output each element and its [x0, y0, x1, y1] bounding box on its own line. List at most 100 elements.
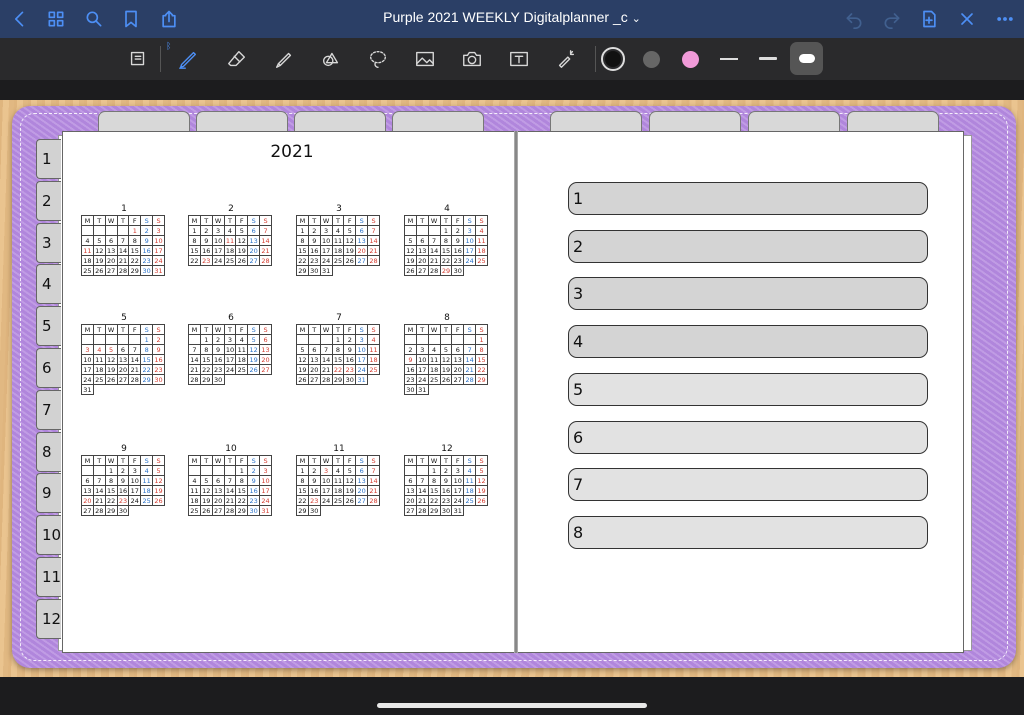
day-cell: [427, 334, 441, 345]
day-cell: 29: [439, 265, 453, 276]
document-title[interactable]: Purple 2021 WEEKLY Digitalplanner _c ⌄: [340, 9, 684, 25]
add-page-icon[interactable]: [917, 7, 941, 31]
side-tab-2[interactable]: 2: [36, 180, 61, 221]
grid-icon[interactable]: [44, 7, 68, 31]
top-tab-8[interactable]: [847, 111, 939, 133]
day-cell: 13: [355, 235, 369, 246]
note-bar-6[interactable]: 6: [568, 420, 928, 454]
day-cell: 12: [404, 245, 417, 256]
month-calendar-11[interactable]: 11 M T W T F S S 1 2 3 4 5 6 7 8 9 10 11 12 13 14 15 16 17 18 19 20…: [296, 444, 382, 516]
month-calendar-8[interactable]: 8 M T W T F S S 1 2 3 4 5 6 7 8 9 10 11 12 13 14 15 16 17 18 19 20 2…: [404, 313, 490, 395]
undo-icon[interactable]: [842, 7, 866, 31]
page-setting-icon[interactable]: [123, 44, 153, 74]
month-calendar-6[interactable]: 6 M T W T F S S 1 2 3 4 5 6 7 8 9 10 11 12 13 14 15 16 17 18 19 20 2…: [188, 313, 274, 385]
note-bar-1[interactable]: 1: [568, 182, 928, 215]
day-cell: 13: [211, 485, 225, 496]
day-cell: 1: [235, 465, 249, 476]
eraser-icon[interactable]: [222, 44, 252, 74]
share-icon[interactable]: [157, 7, 181, 31]
month-calendar-9[interactable]: 9 M T W T F S S 1 2 3 4 5 6 7 8 9 10 11 12 13 14 15 16 17 18 19 20 2…: [81, 444, 167, 516]
day-cell: 5: [199, 475, 213, 486]
day-cell: 10: [223, 344, 237, 355]
note-bar-4[interactable]: 4: [568, 325, 928, 359]
lasso-icon[interactable]: [363, 44, 393, 74]
day-cell: 30: [140, 265, 154, 276]
day-cell: 15: [439, 245, 453, 256]
note-bar-2[interactable]: 2: [568, 229, 928, 263]
side-tab-6[interactable]: 6: [36, 348, 61, 388]
search-icon[interactable]: [82, 7, 106, 31]
top-tab-4[interactable]: [392, 111, 484, 133]
weekday-header: F: [451, 215, 465, 226]
top-tab-3[interactable]: [294, 111, 386, 133]
laser-pointer-icon[interactable]: [551, 44, 581, 74]
side-tab-11[interactable]: 11: [36, 557, 61, 597]
note-bar-5[interactable]: 5: [568, 372, 928, 406]
day-cell: 28: [427, 265, 441, 276]
side-tab-3[interactable]: 3: [36, 222, 61, 263]
top-tab-2[interactable]: [196, 111, 288, 133]
camera-icon[interactable]: [457, 44, 487, 74]
image-icon[interactable]: [410, 44, 440, 74]
side-tab-4[interactable]: 4: [36, 264, 61, 305]
text-icon[interactable]: [504, 44, 534, 74]
month-calendar-5[interactable]: 5 M T W T F S S 1 2 3 4 5 6 7 8 9 10 11 12 13 14 15 16 17 18 19 20 2…: [81, 313, 167, 395]
color-dot: [605, 51, 621, 67]
color-swatch-black[interactable]: [601, 47, 625, 71]
redo-icon[interactable]: [880, 7, 904, 31]
day-cell: [463, 334, 477, 345]
month-calendar-1[interactable]: 1 M T W T F S S 1 2 3 4 5 6 7 8 9 10 11 12 13 14 15 16 17 18 19 20 2…: [81, 204, 167, 276]
side-tab-7[interactable]: 7: [36, 389, 61, 430]
more-icon[interactable]: [993, 7, 1017, 31]
top-tab-1[interactable]: [98, 111, 190, 133]
note-bar-7[interactable]: 7: [568, 468, 928, 502]
note-bar-8[interactable]: 8: [568, 515, 928, 549]
day-cell: 20: [259, 354, 272, 365]
weekday-header: T: [439, 455, 453, 466]
side-tab-5[interactable]: 5: [36, 306, 61, 347]
day-cell: 29: [475, 374, 488, 385]
day-cell: [223, 465, 237, 476]
top-tab-5[interactable]: [550, 111, 642, 133]
stroke-size-thin[interactable]: [720, 58, 738, 60]
day-cell: 20: [307, 364, 321, 375]
shapes-icon[interactable]: [316, 44, 346, 74]
side-tab-8[interactable]: 8: [36, 431, 61, 472]
month-calendar-10[interactable]: 10 M T W T F S S 1 2 3 4 5 6 7 8 9 10 11 12 13 14 15 16 17 18 19 20…: [188, 444, 274, 516]
month-calendar-12[interactable]: 12 M T W T F S S 1 2 3 4 5 6 7 8 9 10 11 12 13 14 15 16 17 18 19 20…: [404, 444, 490, 516]
month-calendar-7[interactable]: 7 M T W T F S S 1 2 3 4 5 6 7 8 9 10 11 12 13 14 15 16 17 18 19 20 2…: [296, 313, 382, 385]
bookmark-icon[interactable]: [119, 7, 143, 31]
pen-icon[interactable]: [173, 44, 203, 74]
color-swatch-gray[interactable]: [643, 51, 660, 68]
day-cell: [260, 375, 272, 385]
month-calendar-3[interactable]: 3 M T W T F S S 1 2 3 4 5 6 7 8 9 10 11 12 13 14 15 16 17 18 19 20 2…: [296, 204, 382, 276]
stroke-size-medium[interactable]: [759, 57, 777, 60]
back-icon[interactable]: [8, 7, 32, 31]
day-cell: 14: [188, 354, 201, 365]
day-cell: 13: [104, 245, 118, 256]
side-tab-9[interactable]: 9: [36, 473, 61, 514]
side-tab-12[interactable]: 12: [36, 598, 61, 639]
side-tab-10[interactable]: 10: [36, 515, 61, 556]
day-cell: 6: [81, 475, 94, 486]
day-cell: [81, 225, 94, 236]
highlighter-icon[interactable]: [269, 44, 299, 74]
month-calendar-4[interactable]: 4 M T W T F S S 1 2 3 4 5 6 7 8 9 10 11 12 13 14 15 16 17 18 19 20 2…: [404, 204, 490, 276]
day-cell: 23: [152, 364, 165, 375]
side-tab-1[interactable]: 1: [36, 139, 61, 179]
day-cell: [81, 465, 94, 476]
top-tab-6[interactable]: [649, 111, 741, 133]
month-calendar-2[interactable]: 2 M T W T F S S 1 2 3 4 5 6 7 8 9 10 11 12 13 14 15 16 17 18 19 20 2…: [188, 204, 274, 266]
home-indicator[interactable]: [377, 703, 647, 708]
close-icon[interactable]: [955, 7, 979, 31]
weekday-header: S: [259, 455, 272, 466]
day-cell: 3: [152, 225, 165, 236]
top-tab-7[interactable]: [748, 111, 840, 133]
color-swatch-pink[interactable]: [682, 51, 699, 68]
day-cell: [356, 266, 368, 276]
note-bar-3[interactable]: 3: [568, 277, 928, 311]
stroke-size-thick-selected[interactable]: [790, 42, 823, 75]
day-cell: 22: [128, 255, 142, 266]
day-cell: 22: [296, 495, 309, 506]
day-cell: 11: [235, 344, 249, 355]
